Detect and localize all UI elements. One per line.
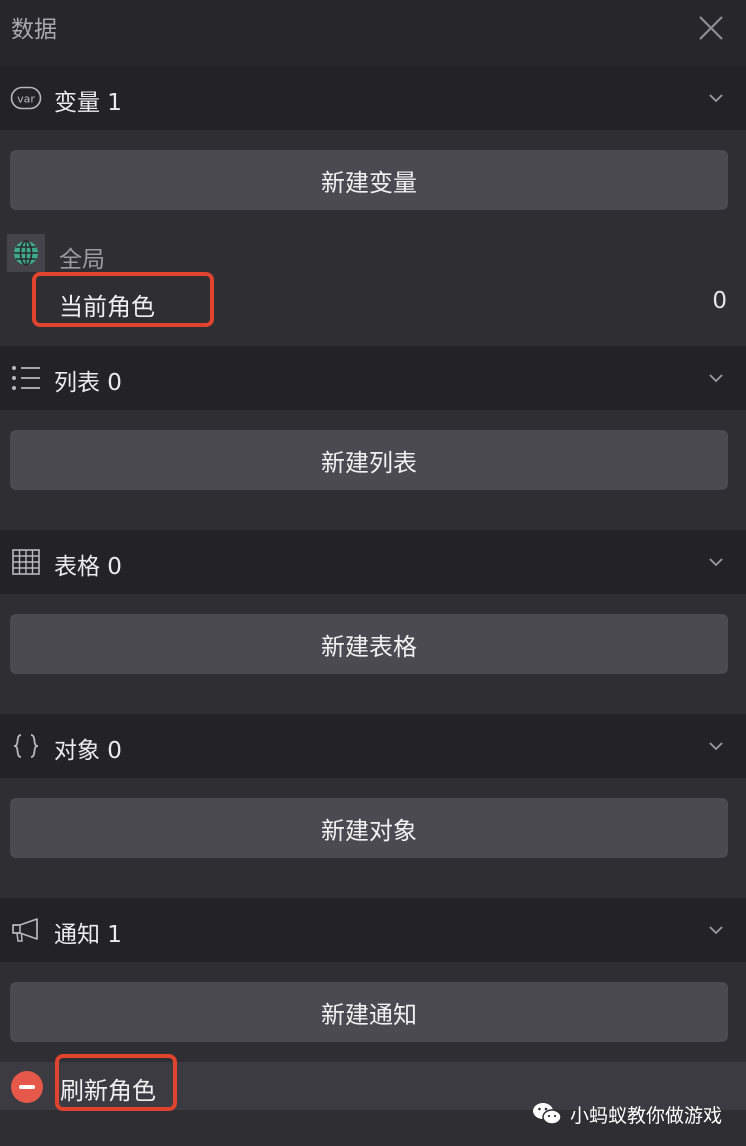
- new-variable-button[interactable]: 新建变量: [10, 150, 728, 210]
- section-header-lists[interactable]: 列表 0: [0, 346, 746, 410]
- braces-icon: [10, 730, 42, 762]
- scope-label-global: 全局: [59, 247, 105, 273]
- close-icon[interactable]: [696, 13, 726, 43]
- new-list-button[interactable]: 新建列表: [10, 430, 728, 490]
- panel-title: 数据: [11, 17, 57, 43]
- highlight-box-variable: [32, 272, 214, 327]
- chevron-down-icon[interactable]: [708, 554, 724, 570]
- highlight-box-notification: [55, 1054, 177, 1111]
- new-object-button[interactable]: 新建对象: [10, 798, 728, 858]
- section-label-tables: 表格 0: [54, 554, 122, 580]
- delete-icon[interactable]: [11, 1071, 43, 1103]
- section-label-notifications: 通知 1: [54, 922, 122, 948]
- section-header-notifications[interactable]: 通知 1: [0, 898, 746, 962]
- list-icon: [10, 362, 42, 394]
- panel-titlebar: 数据: [0, 0, 746, 66]
- section-label-objects: 对象 0: [54, 738, 122, 764]
- table-grid-icon: [10, 546, 42, 578]
- section-header-tables[interactable]: 表格 0: [0, 530, 746, 594]
- var-icon: var: [10, 82, 42, 114]
- chevron-down-icon[interactable]: [708, 370, 724, 386]
- svg-text:var: var: [17, 93, 35, 106]
- variable-value[interactable]: 0: [712, 288, 727, 314]
- watermark-text: 小蚂蚁教你做游戏: [569, 1104, 722, 1127]
- megaphone-icon: [10, 914, 42, 946]
- new-notification-button[interactable]: 新建通知: [10, 982, 728, 1042]
- section-label-lists: 列表 0: [54, 370, 122, 396]
- section-header-variables[interactable]: var 变量 1: [0, 66, 746, 130]
- chevron-down-icon[interactable]: [708, 738, 724, 754]
- watermark: 小蚂蚁教你做游戏: [532, 1099, 722, 1129]
- new-table-button[interactable]: 新建表格: [10, 614, 728, 674]
- chevron-down-icon[interactable]: [708, 90, 724, 106]
- section-header-objects[interactable]: 对象 0: [0, 714, 746, 778]
- chevron-down-icon[interactable]: [708, 922, 724, 938]
- section-label-variables: 变量 1: [54, 90, 122, 116]
- globe-icon: [7, 234, 45, 272]
- wechat-icon: [532, 1103, 562, 1125]
